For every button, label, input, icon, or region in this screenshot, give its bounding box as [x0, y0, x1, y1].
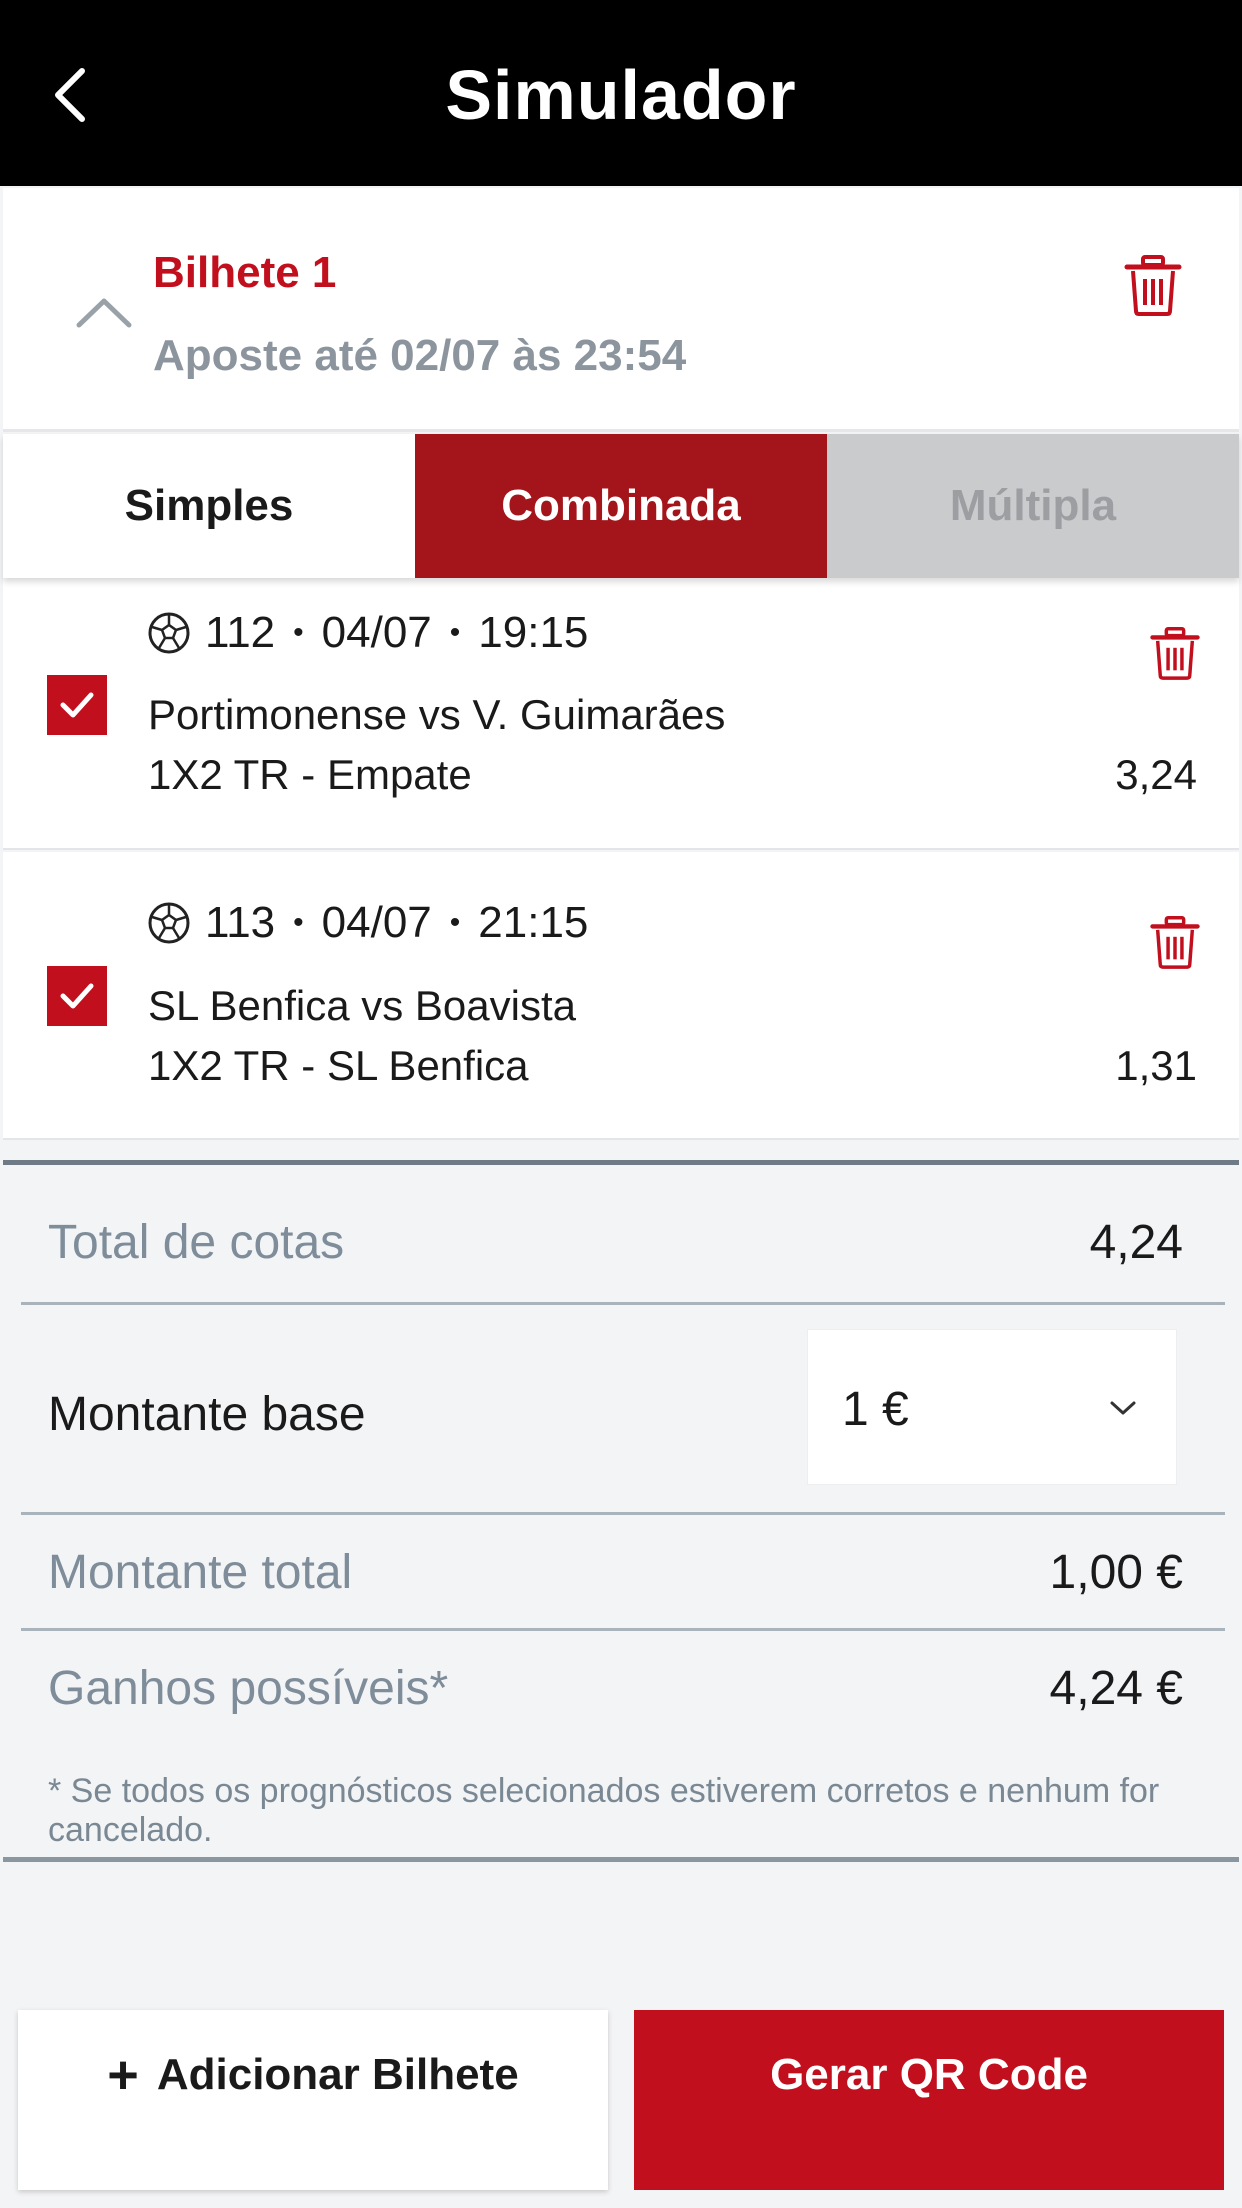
- chevron-up-icon[interactable]: [73, 293, 135, 333]
- soccer-ball-icon: [148, 902, 190, 944]
- tab-combinada[interactable]: Combinada: [415, 434, 827, 578]
- generate-qr-button[interactable]: Gerar QR Code: [634, 2010, 1224, 2190]
- bet-odd: 1,31: [1115, 1042, 1197, 1089]
- ganhos-label: Ganhos possíveis*: [48, 1662, 449, 1715]
- ticket-name: Bilhete 1: [153, 248, 337, 297]
- app-header: Simulador: [0, 0, 1242, 186]
- bet-id: 112: [205, 608, 276, 657]
- montante-base-select[interactable]: 1 €: [807, 1329, 1177, 1485]
- checkmark-icon: [60, 692, 94, 718]
- bet-time: 21:15: [478, 898, 589, 947]
- trash-icon[interactable]: [1149, 625, 1201, 681]
- montante-base-label: Montante base: [48, 1388, 366, 1441]
- montante-total-label: Montante total: [48, 1546, 353, 1599]
- page-title: Simulador: [445, 56, 797, 134]
- bet-id: 113: [205, 898, 276, 947]
- soccer-ball-icon: [148, 612, 190, 654]
- bet-item: 113 • 04/07 • 21:15 SL Benfica vs Boavis…: [3, 852, 1239, 1140]
- bet-item: 112 • 04/07 • 19:15 Portimonense vs V. G…: [3, 578, 1239, 850]
- ticket-deadline: Aposte até 02/07 às 23:54: [153, 331, 687, 380]
- trash-icon[interactable]: [1123, 253, 1183, 317]
- bet-market: 1X2 TR - Empate: [148, 751, 472, 798]
- montante-total-row: Montante total 1,00 €: [21, 1515, 1225, 1631]
- bet-date: 04/07: [321, 898, 432, 947]
- tab-simples[interactable]: Simples: [3, 434, 415, 578]
- montante-total-value: 1,00 €: [1049, 1546, 1183, 1599]
- bet-match: SL Benfica vs Boavista: [148, 982, 576, 1029]
- separator-dot: •: [449, 906, 461, 939]
- footnote: * Se todos os prognósticos selecionados …: [48, 1772, 1160, 1849]
- bet-type-tabs: Simples Combinada Múltipla: [3, 434, 1239, 578]
- ticket-header: Bilhete 1 Aposte até 02/07 às 23:54: [3, 188, 1239, 432]
- bet-meta: 112 • 04/07 • 19:15: [147, 608, 588, 658]
- plus-icon: +: [107, 2045, 139, 2105]
- bet-market: 1X2 TR - SL Benfica: [148, 1042, 529, 1089]
- checkmark-icon: [60, 983, 94, 1009]
- separator-dot: •: [449, 616, 461, 649]
- bet-checkbox[interactable]: [47, 966, 107, 1026]
- chevron-down-icon: [1110, 1401, 1136, 1415]
- separator-dot: •: [293, 906, 304, 939]
- trash-icon[interactable]: [1149, 914, 1201, 970]
- total-cotas-row: Total de cotas 4,24: [21, 1165, 1225, 1305]
- add-ticket-label: Adicionar Bilhete: [156, 2050, 519, 2099]
- ganhos-row: Ganhos possíveis* 4,24 €: [21, 1631, 1225, 1747]
- bet-summary: Total de cotas 4,24 Montante base 1 € Mo…: [3, 1160, 1239, 1862]
- bet-checkbox[interactable]: [47, 675, 107, 735]
- total-cotas-value: 4,24: [1089, 1216, 1183, 1269]
- separator-dot: •: [293, 616, 304, 649]
- bet-date: 04/07: [321, 608, 432, 657]
- montante-base-row: Montante base 1 €: [21, 1305, 1225, 1515]
- total-cotas-label: Total de cotas: [48, 1216, 345, 1269]
- ganhos-value: 4,24 €: [1049, 1662, 1183, 1715]
- bet-meta: 113 • 04/07 • 21:15: [147, 898, 588, 948]
- tab-multipla[interactable]: Múltipla: [827, 434, 1239, 578]
- add-ticket-button[interactable]: + Adicionar Bilhete: [18, 2010, 608, 2190]
- montante-base-value: 1 €: [842, 1383, 909, 1436]
- bet-odd: 3,24: [1115, 751, 1197, 798]
- bet-time: 19:15: [478, 608, 589, 657]
- bet-match: Portimonense vs V. Guimarães: [148, 691, 726, 738]
